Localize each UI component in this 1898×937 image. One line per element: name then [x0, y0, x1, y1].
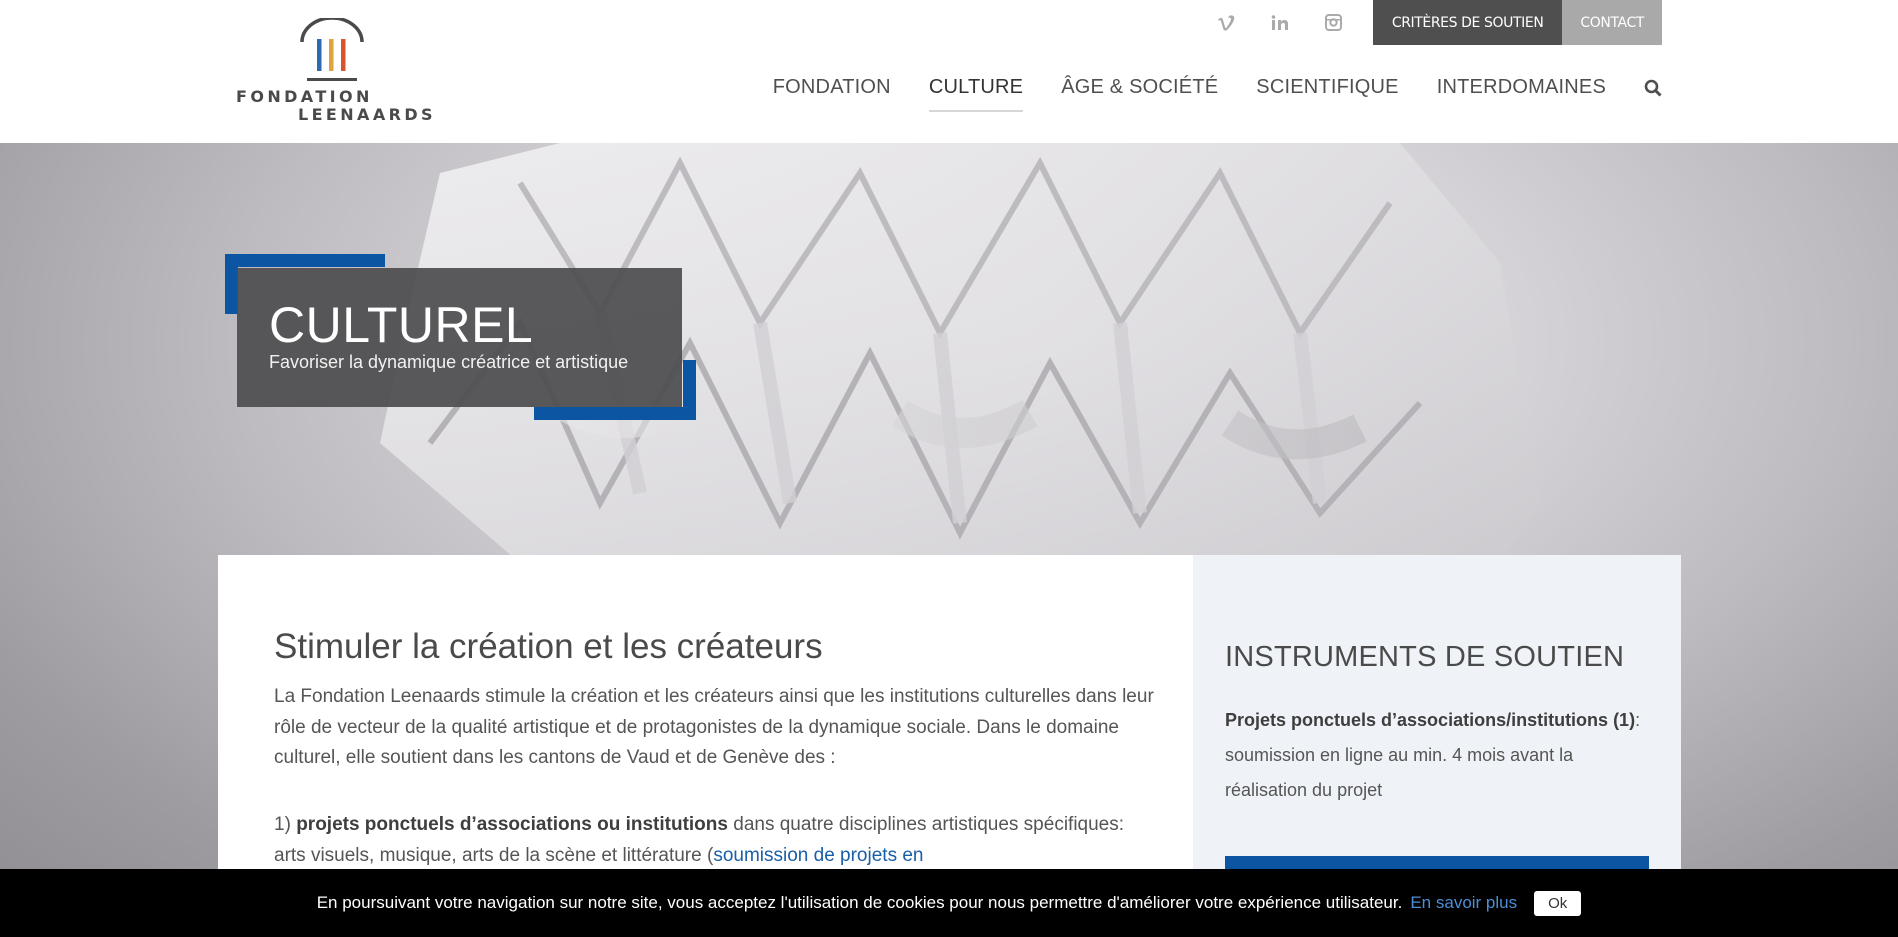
sidebar-projets: Projets ponctuels d’associations/institu…: [1225, 703, 1655, 808]
cookie-banner: En poursuivant votre navigation sur notr…: [0, 869, 1898, 937]
list-item-1: 1) projets ponctuels d’associations ou i…: [274, 810, 1154, 871]
logo-line-1: FONDATION: [236, 87, 373, 106]
sidebar-heading: INSTRUMENTS DE SOUTIEN: [1225, 641, 1625, 673]
main-navigation: FONDATION CULTURE ÂGE & SOCIÉTÉ SCIENTIF…: [735, 76, 1662, 112]
linkedin-icon[interactable]: [1267, 10, 1293, 36]
item1-bold: projets ponctuels d’associations ou inst…: [296, 814, 728, 835]
cookie-ok-button[interactable]: Ok: [1534, 890, 1582, 916]
contact-button[interactable]: CONTACT: [1562, 0, 1662, 45]
cookie-more-link[interactable]: En savoir plus: [1410, 893, 1517, 913]
soumission-link[interactable]: soumission de projets en: [713, 845, 923, 866]
projets-bold: Projets ponctuels d’associations/institu…: [1225, 710, 1636, 730]
hero-title-box: CULTUREL Favoriser la dynamique créatric…: [237, 268, 682, 407]
social-links: [1213, 0, 1347, 45]
page-subtitle: Favoriser la dynamique créatrice et arti…: [269, 352, 629, 372]
cookie-text: En poursuivant votre navigation sur notr…: [316, 893, 1403, 912]
nav-item-interdomaines[interactable]: INTERDOMAINES: [1437, 76, 1606, 99]
logo-mark-icon: [300, 18, 364, 81]
top-utility-bar: CRITÈRES DE SOUTIEN CONTACT: [1213, 0, 1662, 45]
nav-item-fondation[interactable]: FONDATION: [773, 76, 891, 99]
item1-prefix: 1): [274, 814, 297, 835]
nav-item-culture[interactable]: CULTURE: [928, 76, 1024, 112]
logo-line-2: LEENAARDS: [298, 105, 436, 124]
search-icon[interactable]: [1644, 79, 1662, 97]
page-title: CULTUREL: [269, 297, 534, 353]
logo-text: FONDATION LEENAARDS: [236, 88, 436, 124]
nav-item-scientifique[interactable]: SCIENTIFIQUE: [1256, 76, 1398, 99]
site-logo[interactable]: FONDATION LEENAARDS: [234, 18, 434, 128]
instagram-icon[interactable]: [1321, 10, 1347, 36]
section-heading: Stimuler la création et les créateurs: [274, 627, 823, 666]
intro-paragraph: La Fondation Leenaards stimule la créati…: [274, 686, 1154, 768]
nav-item-age-societe[interactable]: ÂGE & SOCIÉTÉ: [1061, 76, 1218, 99]
criteres-de-soutien-button[interactable]: CRITÈRES DE SOUTIEN: [1372, 0, 1563, 45]
vimeo-icon[interactable]: [1213, 10, 1239, 36]
site-header: FONDATION LEENAARDS CRITÈRES DE SOUTIEN …: [0, 0, 1898, 143]
